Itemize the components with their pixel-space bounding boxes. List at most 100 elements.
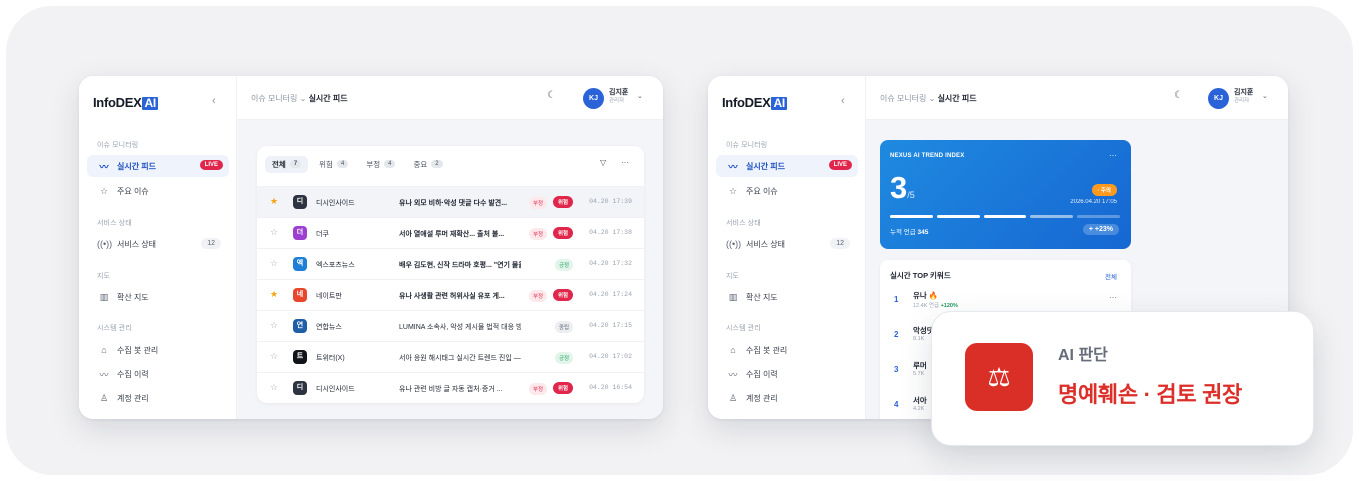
source-icon: 엑 bbox=[293, 257, 307, 271]
post-title[interactable]: 유나 외모 비하·악성 댓글 다수 발견... bbox=[399, 198, 521, 208]
post-title[interactable]: 유나 관련 비방 글 자동 캡처·증거 ... bbox=[399, 384, 521, 394]
more-icon[interactable]: ··· bbox=[621, 158, 629, 167]
pulse-icon: 〰 bbox=[728, 161, 738, 172]
avatar[interactable]: KJ bbox=[583, 88, 604, 109]
feed-row[interactable]: ★ 디 디시인사이드 유나 외모 비하·악성 댓글 다수 발견... 부정 위험 04.20… bbox=[257, 186, 644, 217]
star-icon[interactable]: ☆ bbox=[270, 227, 278, 238]
main-content: 전체 7 위험 4 부정 4 중요 2 ▽ ··· ★ 디 디시인사이드 유나 외모 비하·악… bbox=[237, 120, 663, 419]
risk-badge: 위험 bbox=[553, 227, 574, 239]
sidebar-item-collection-history[interactable]: 〰 수집 이력 bbox=[87, 363, 229, 385]
sidebar-item-label: 수집 이력 bbox=[746, 369, 778, 379]
user-name: 김지훈 관리자 bbox=[1234, 89, 1254, 104]
sidebar-item-live-feed[interactable]: 〰 실시간 피드 LIVE bbox=[716, 155, 858, 177]
bot-icon: ⌂ bbox=[101, 345, 107, 355]
trend-index-label: NEXUS AI TREND INDEX bbox=[890, 153, 965, 159]
sidebar-item-live-feed[interactable]: 〰 실시간 피드 LIVE bbox=[87, 155, 229, 177]
post-time: 04.20 16:54 bbox=[589, 384, 632, 391]
chevron-down-icon[interactable]: ⌄ bbox=[637, 92, 643, 100]
user-name: 김지훈 관리자 bbox=[609, 89, 629, 104]
sidebar: InfoDEX AI ‹ 이슈 모니터링 〰 실시간 피드 LIVE ☆ 주요 이… bbox=[79, 76, 237, 419]
breadcrumb-parent[interactable]: 이슈 모니터링 bbox=[880, 94, 926, 103]
sidebar-item-main-issues[interactable]: ☆ 주요 이슈 bbox=[87, 180, 229, 202]
tab-negative[interactable]: 부정 4 bbox=[359, 156, 402, 173]
star-icon[interactable]: ☆ bbox=[270, 320, 278, 331]
sidebar-item-bot-management[interactable]: ⌂ 수집 봇 관리 bbox=[716, 339, 858, 361]
trend-index-card[interactable]: NEXUS AI TREND INDEX ··· 3/5 · 주의 2026.0… bbox=[880, 140, 1131, 249]
map-icon: ▥ bbox=[99, 291, 109, 302]
feed-row[interactable]: ☆ 연 연합뉴스 LUMINA 소속사, 악성 게시물 법적 대응 방... 중립 04.… bbox=[257, 310, 644, 341]
user-role: 관리자 bbox=[1234, 98, 1250, 104]
breadcrumb-parent[interactable]: 이슈 모니터링 bbox=[251, 94, 297, 103]
feed-row[interactable]: ☆ 디 디시인사이드 유나 관련 비방 글 자동 캡처·증거 ... 부정 위험 04.20… bbox=[257, 372, 644, 403]
sidebar-item-label: 수집 봇 관리 bbox=[117, 345, 159, 355]
sidebar-item-service-status[interactable]: ((•)) 서비스 상태 12 bbox=[87, 233, 229, 255]
bot-icon: ⌂ bbox=[730, 345, 736, 355]
ai-judgement-card: ⚖ AI 판단 명예훼손 · 검토 권장 bbox=[931, 311, 1314, 446]
count-badge: 12 bbox=[201, 238, 221, 249]
more-icon[interactable]: ··· bbox=[1109, 293, 1117, 302]
breadcrumb: 이슈 모니터링 ⌄ 실시간 피드 bbox=[880, 93, 977, 104]
source-name: 엑스포츠뉴스 bbox=[316, 262, 355, 269]
post-title[interactable]: 유나 사생활 관련 허위사실 유포 게... bbox=[399, 291, 521, 301]
keyword-rank: 1 bbox=[894, 295, 899, 304]
pulse-icon: 〰 bbox=[99, 161, 109, 172]
sidebar-item-spread-map[interactable]: ▥ 확산 지도 bbox=[716, 286, 858, 308]
keyword-rank: 4 bbox=[894, 400, 899, 409]
sidebar-item-spread-map[interactable]: ▥ 확산 지도 bbox=[87, 286, 229, 308]
star-icon[interactable]: ☆ bbox=[270, 258, 278, 269]
source-name: 연합뉴스 bbox=[316, 324, 342, 331]
post-title[interactable]: 서아 응원 해시태그 실시간 트렌드 진입 — ... bbox=[399, 353, 521, 363]
feed-row[interactable]: ☆ 트 트위터(X) 서아 응원 해시태그 실시간 트렌드 진입 — ... 긍정 04.… bbox=[257, 341, 644, 372]
tab-all[interactable]: 전체 7 bbox=[265, 155, 309, 173]
feed-row[interactable]: ☆ 더 더쿠 서아 열애설 루머 재확산... 출처 불... 부정 위험 04.20 17… bbox=[257, 217, 644, 248]
star-icon[interactable]: ☆ bbox=[270, 382, 278, 393]
view-all-link[interactable]: 전체 bbox=[1105, 271, 1117, 281]
filter-icon[interactable]: ▽ bbox=[600, 158, 606, 167]
tab-important[interactable]: 중요 2 bbox=[406, 156, 449, 173]
logo[interactable]: InfoDEX AI bbox=[93, 95, 158, 110]
chevron-left-icon[interactable]: ‹ bbox=[212, 95, 216, 107]
feed-row[interactable]: ★ 네 네이트판 유나 사생활 관련 허위사실 유포 게... 부정 위험 04.20 17… bbox=[257, 279, 644, 310]
signal-icon: ((•)) bbox=[97, 239, 113, 249]
sidebar-section-title: 서비스 상태 bbox=[97, 220, 132, 227]
star-icon[interactable]: ★ bbox=[270, 196, 278, 207]
logo[interactable]: InfoDEX AI bbox=[722, 95, 787, 110]
keyword-name: 유나 🔥 bbox=[913, 291, 939, 300]
user-role: 관리자 bbox=[609, 98, 625, 104]
source-name: 디시인사이드 bbox=[316, 200, 355, 207]
star-icon[interactable]: ★ bbox=[270, 289, 278, 300]
moon-icon[interactable]: ☾ bbox=[547, 90, 556, 101]
user-icon: ♙ bbox=[99, 392, 109, 403]
sidebar-item-collection-history[interactable]: 〰 수집 이력 bbox=[716, 363, 858, 385]
avatar[interactable]: KJ bbox=[1208, 88, 1229, 109]
keyword-stat: 4.2K bbox=[913, 406, 925, 412]
sidebar-item-account-management[interactable]: ♙ 계정 관리 bbox=[716, 387, 858, 409]
sentiment-badge: 부정 bbox=[529, 290, 548, 302]
breadcrumb: 이슈 모니터링 ⌄ 실시간 피드 bbox=[251, 93, 348, 104]
top-bar: 이슈 모니터링 ⌄ 실시간 피드 ☾ KJ 김지훈 관리자 ⌄ bbox=[237, 76, 663, 120]
post-title[interactable]: LUMINA 소속사, 악성 게시물 법적 대응 방... bbox=[399, 322, 521, 332]
top-bar: 이슈 모니터링 ⌄ 실시간 피드 ☾ KJ 김지훈 관리자 ⌄ bbox=[866, 76, 1288, 120]
risk-badge: 위험 bbox=[553, 382, 574, 394]
post-time: 04.20 17:39 bbox=[589, 198, 632, 205]
star-icon[interactable]: ☆ bbox=[270, 351, 278, 362]
tab-risk[interactable]: 위험 4 bbox=[312, 156, 355, 173]
sidebar-item-account-management[interactable]: ♙ 계정 관리 bbox=[87, 387, 229, 409]
feed-row[interactable]: ☆ 엑 엑스포츠뉴스 배우 김도현, 신작 드라마 호평... "연기 물올... 긍정… bbox=[257, 248, 644, 279]
sidebar-item-label: 계정 관리 bbox=[746, 393, 778, 403]
keywords-title: 실시간 TOP 키워드 bbox=[890, 271, 951, 280]
chevron-down-icon[interactable]: ⌄ bbox=[1262, 92, 1268, 100]
post-title[interactable]: 서아 열애설 루머 재확산... 출처 불... bbox=[399, 229, 521, 239]
sidebar-item-bot-management[interactable]: ⌂ 수집 봇 관리 bbox=[87, 339, 229, 361]
chevron-down-icon: ⌄ bbox=[299, 94, 307, 103]
sidebar-item-main-issues[interactable]: ☆ 주요 이슈 bbox=[716, 180, 858, 202]
post-title[interactable]: 배우 김도현, 신작 드라마 호평... "연기 물올... bbox=[399, 260, 521, 270]
sidebar-item-service-status[interactable]: ((•)) 서비스 상태 12 bbox=[716, 233, 858, 255]
chevron-left-icon[interactable]: ‹ bbox=[841, 95, 845, 107]
more-icon[interactable]: ··· bbox=[1109, 151, 1117, 160]
trend-score: 3/5 bbox=[890, 170, 915, 205]
level-segment bbox=[1077, 215, 1120, 218]
moon-icon[interactable]: ☾ bbox=[1174, 90, 1183, 101]
source-icon: 연 bbox=[293, 319, 307, 333]
chevron-down-icon: ⌄ bbox=[928, 94, 936, 103]
